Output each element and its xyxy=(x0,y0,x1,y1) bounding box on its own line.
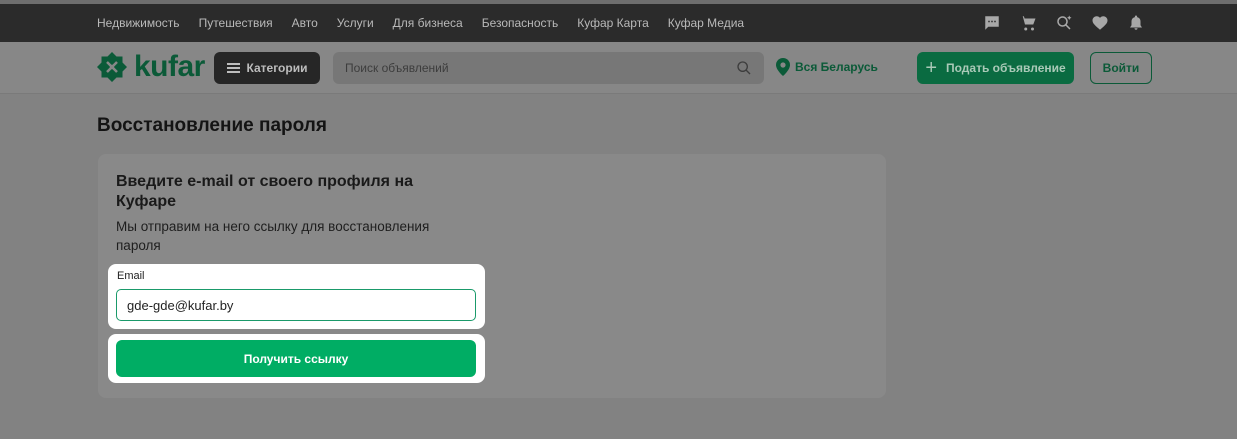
post-ad-button[interactable]: + Подать объявление xyxy=(917,52,1074,84)
categories-label: Категории xyxy=(246,61,308,75)
search-input[interactable] xyxy=(333,52,764,84)
search-box xyxy=(333,52,764,84)
form-description: Мы отправим на него ссылку для восстанов… xyxy=(116,219,430,253)
heart-icon[interactable] xyxy=(1091,14,1109,32)
topnav-link-business[interactable]: Для бизнеса xyxy=(393,16,463,30)
topnav-link-kufar-map[interactable]: Куфар Карта xyxy=(577,16,649,30)
topnav-link-travel[interactable]: Путешествия xyxy=(199,16,273,30)
login-button[interactable]: Войти xyxy=(1090,52,1152,84)
bell-icon[interactable] xyxy=(1127,14,1145,32)
kufar-logo-icon xyxy=(97,52,127,82)
get-link-button[interactable]: Получить ссылку xyxy=(116,340,476,377)
search-icon[interactable] xyxy=(736,60,752,76)
top-icons xyxy=(965,4,1145,42)
email-label: Email xyxy=(117,270,145,282)
region-selector[interactable]: Вся Беларусь xyxy=(776,58,878,76)
plus-icon: + xyxy=(925,57,937,79)
post-ad-label: Подать объявление xyxy=(946,61,1066,75)
topnav-link-kufar-media[interactable]: Куфар Медиа xyxy=(668,16,744,30)
region-label: Вся Беларусь xyxy=(795,60,878,74)
top-nav-links: Недвижимость Путешествия Авто Услуги Для… xyxy=(97,4,763,42)
kufar-logo[interactable]: kufar xyxy=(96,51,205,83)
cart-icon[interactable] xyxy=(1019,14,1037,32)
menu-icon xyxy=(226,63,240,73)
topnav-link-auto[interactable]: Авто xyxy=(292,16,318,30)
topnav-link-services[interactable]: Услуги xyxy=(337,16,374,30)
saved-search-icon[interactable] xyxy=(1055,14,1073,32)
chat-icon[interactable] xyxy=(983,14,1001,32)
form-heading: Введите e-mail от своего профиля на Куфа… xyxy=(116,173,414,210)
email-field[interactable] xyxy=(116,289,476,321)
page-title: Восстановление пароля xyxy=(97,115,327,136)
top-navigation-bar: Недвижимость Путешествия Авто Услуги Для… xyxy=(0,4,1237,42)
topnav-link-security[interactable]: Безопасность xyxy=(482,16,559,30)
categories-button[interactable]: Категории xyxy=(214,52,320,84)
logo-text: kufar xyxy=(134,50,205,83)
topnav-link-realty[interactable]: Недвижимость xyxy=(97,16,180,30)
location-pin-icon xyxy=(776,58,790,76)
site-header: kufar Категории Вся Беларусь + Подать об… xyxy=(0,42,1237,94)
